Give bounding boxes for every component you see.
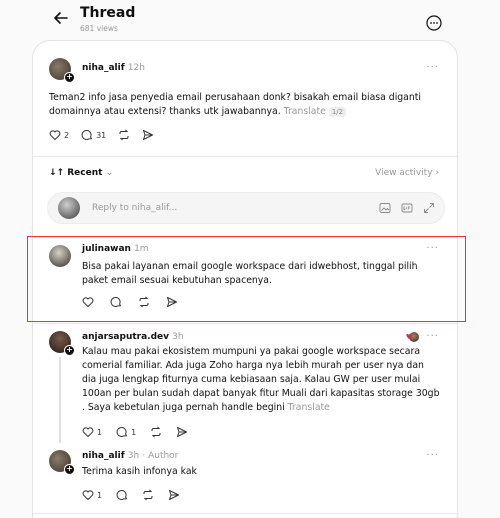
heart-badge-icon: ♥ (405, 333, 412, 341)
reply-time: 3h (127, 451, 140, 461)
chevron-down-icon: ⌄ (105, 168, 114, 178)
divider (33, 323, 457, 324)
reply-button[interactable]: 1 (116, 426, 136, 438)
send-icon (169, 490, 180, 500)
expand-icon[interactable] (423, 202, 435, 214)
divider (33, 513, 457, 514)
divider (33, 156, 457, 157)
more-icon[interactable]: ··· (426, 62, 439, 73)
reply-time: 3h (172, 332, 184, 342)
share-button[interactable] (168, 489, 180, 501)
reply-body: Kalau mau pakai ekosistem mumpuni ya pak… (82, 346, 440, 413)
sort-icon: ↓↑ (49, 168, 65, 178)
view-count: 681 views (80, 24, 118, 33)
repost-icon (143, 489, 153, 501)
translate-badge: 1/2 (328, 107, 347, 117)
highlight-box (27, 236, 466, 322)
username-text[interactable]: anjarsaputra.dev (82, 332, 169, 342)
image-icon[interactable] (379, 202, 391, 214)
send-icon (177, 427, 188, 437)
more-options-icon[interactable] (426, 15, 442, 31)
like-count: 1 (97, 427, 103, 437)
share-button[interactable] (176, 426, 188, 438)
top-bar: Thread 681 views (0, 0, 500, 40)
username-text[interactable]: niha_alif (82, 451, 125, 461)
reply-composer[interactable]: Reply to niha_alif... (47, 192, 445, 224)
username-text[interactable]: niha_alif (82, 63, 125, 73)
reply-button[interactable]: 31 (81, 129, 106, 141)
reply-actions: 1 1 (82, 425, 188, 439)
repost-button[interactable] (118, 129, 130, 141)
post-time: 12h (127, 63, 145, 73)
reply-username[interactable]: niha_alif 3h · Author (82, 451, 178, 461)
follow-plus-icon[interactable]: + (64, 464, 75, 475)
reply-username[interactable]: anjarsaputra.dev 3h (82, 332, 184, 342)
author-tag: · Author (142, 451, 179, 461)
sort-dropdown[interactable]: ↓↑ Recent ⌄ (49, 168, 113, 178)
translate-link[interactable]: Translate (284, 106, 326, 117)
repost-button[interactable] (150, 426, 162, 438)
more-icon[interactable]: ··· (426, 331, 439, 342)
heart-icon (82, 490, 94, 501)
more-icon[interactable]: ··· (426, 450, 439, 461)
gif-icon[interactable] (401, 202, 413, 214)
like-button[interactable]: 1 (82, 426, 102, 438)
follow-plus-icon[interactable]: + (64, 72, 75, 83)
reply-button[interactable] (116, 489, 128, 501)
like-count: 2 (64, 130, 70, 140)
post-username[interactable]: niha_alif 12h (82, 63, 145, 73)
reply-count: 31 (96, 130, 107, 140)
like-count: 1 (97, 490, 103, 500)
repost-icon (151, 426, 161, 438)
sort-label: Recent (67, 168, 103, 178)
post-text: Teman2 info jasa penyedia email perusaha… (49, 91, 439, 119)
reply-input[interactable]: Reply to niha_alif... (92, 203, 177, 213)
view-activity-label: View activity (375, 168, 433, 178)
translate-link[interactable]: Translate (288, 402, 330, 413)
heart-icon (82, 427, 94, 438)
reply-count: 1 (131, 427, 137, 437)
repost-button[interactable] (142, 489, 154, 501)
page-title: Thread (80, 5, 136, 21)
send-icon (143, 130, 154, 140)
like-button[interactable]: 2 (49, 129, 69, 141)
reply-actions: 1 (82, 488, 180, 502)
like-button[interactable]: 1 (82, 489, 102, 501)
view-activity-link[interactable]: View activity › (375, 168, 439, 178)
follow-plus-icon[interactable]: + (64, 345, 75, 356)
comment-icon (116, 427, 128, 437)
reply-text: Kalau mau pakai ekosistem mumpuni ya pak… (82, 345, 440, 415)
avatar (58, 197, 80, 219)
repost-icon (119, 129, 129, 141)
reply-text: Terima kasih infonya kak (82, 466, 197, 477)
post-actions: 2 31 (49, 128, 154, 142)
comment-icon (116, 490, 128, 500)
thread-line (59, 357, 61, 443)
comment-icon (81, 130, 93, 140)
heart-icon (49, 130, 61, 141)
post-body: Teman2 info jasa penyedia email perusaha… (49, 92, 421, 117)
back-arrow-icon[interactable] (51, 8, 71, 28)
share-button[interactable] (142, 129, 154, 141)
